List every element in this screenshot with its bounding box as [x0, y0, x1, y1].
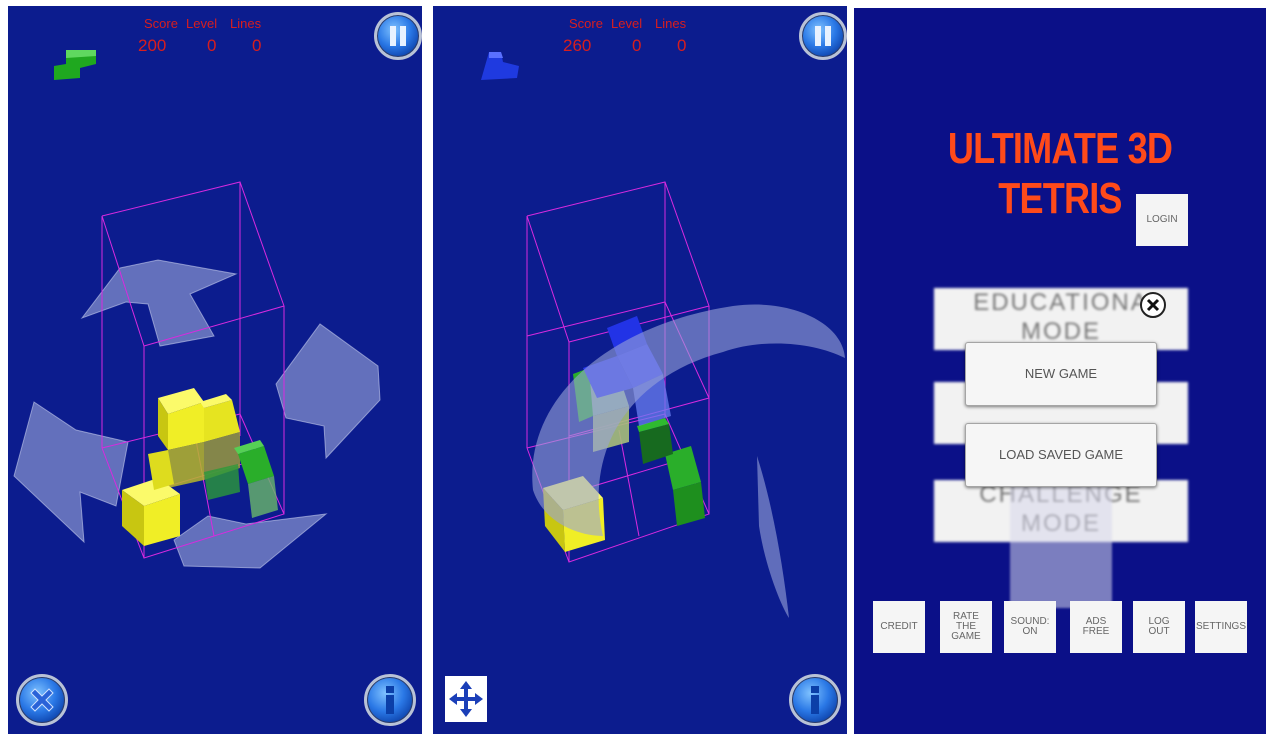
- logout-label-2: OUT: [1148, 626, 1170, 637]
- close-dialog-button[interactable]: [1140, 292, 1166, 318]
- pause-icon: [390, 26, 406, 46]
- dialog-shadow: [1010, 478, 1112, 608]
- close-icon: [1146, 298, 1160, 312]
- sound-label-2: ON: [1022, 626, 1038, 637]
- info-button[interactable]: [789, 674, 841, 726]
- info-button[interactable]: [364, 674, 416, 726]
- ads-free-button[interactable]: ADS FREE: [1070, 601, 1122, 653]
- move-arrows-button[interactable]: [445, 676, 487, 722]
- move-arrows-icon: [449, 681, 483, 717]
- next-piece-preview: [54, 50, 96, 80]
- log-out-button[interactable]: LOG OUT: [1133, 601, 1185, 653]
- main-menu-screen: ULTIMATE 3D TETRIS LOGIN EDUCATIONA MODE…: [854, 8, 1266, 734]
- info-icon: [386, 686, 394, 714]
- login-button[interactable]: LOGIN: [1136, 194, 1188, 246]
- pause-icon: [815, 26, 831, 46]
- rate-the-game-button[interactable]: RATE THE GAME: [940, 601, 992, 653]
- load-saved-game-button[interactable]: LOAD SAVED GAME: [965, 423, 1157, 487]
- sound-toggle-button[interactable]: SOUND: ON: [1004, 601, 1056, 653]
- credit-button[interactable]: CREDIT: [873, 601, 925, 653]
- next-piece-preview: [481, 52, 519, 80]
- close-button[interactable]: [16, 674, 68, 726]
- game-board: [481, 52, 845, 618]
- settings-label: SETTINGS: [1195, 621, 1246, 632]
- close-icon: [30, 688, 54, 712]
- game-board: [13, 50, 381, 569]
- credit-label: CREDIT: [880, 621, 918, 632]
- settings-button[interactable]: SETTINGS: [1195, 601, 1247, 653]
- rate-label-3: GAME: [951, 631, 981, 642]
- pause-button[interactable]: [799, 12, 847, 60]
- info-icon: [811, 686, 819, 714]
- new-game-button[interactable]: NEW GAME: [965, 342, 1157, 406]
- ads-label-2: FREE: [1082, 626, 1110, 637]
- game-screen-2: Score Level Lines 260 0 0: [433, 6, 847, 734]
- game-screen-1: Score Level Lines 200 0 0: [8, 6, 422, 734]
- pause-button[interactable]: [374, 12, 422, 60]
